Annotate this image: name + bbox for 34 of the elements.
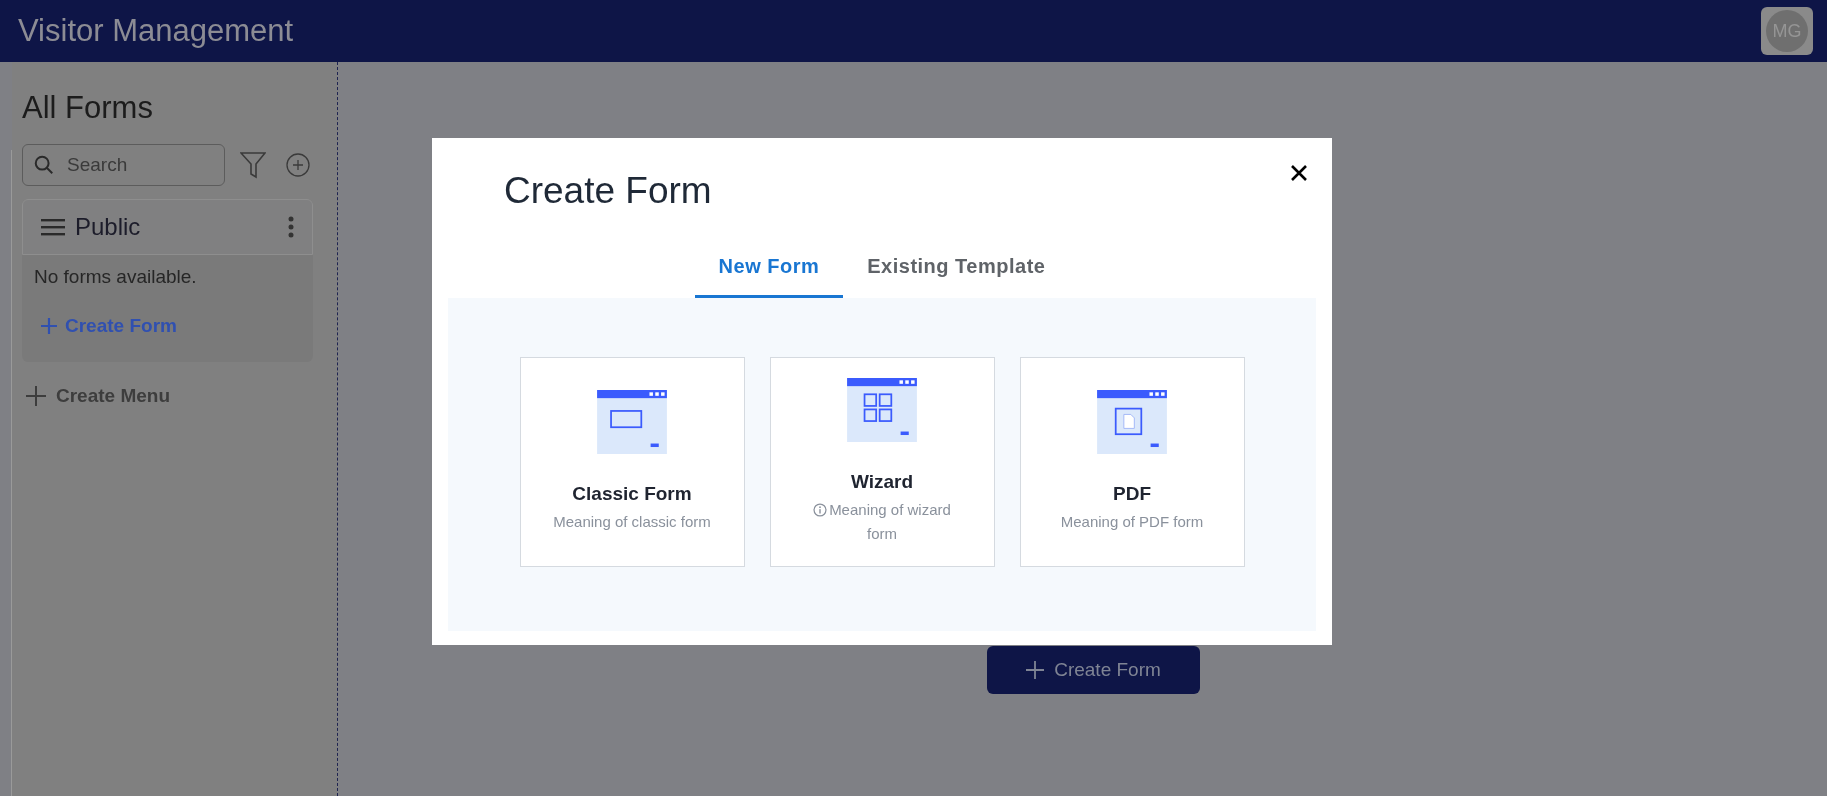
- create-form-button[interactable]: Create Form: [987, 646, 1200, 694]
- filter-icon: [240, 151, 266, 179]
- folder-name: Public: [75, 212, 142, 242]
- info-icon: [813, 503, 828, 518]
- more-icon: [288, 216, 294, 238]
- create-menu-button[interactable]: Create Menu: [26, 382, 171, 411]
- close-icon: [1290, 164, 1308, 182]
- plus-icon: [41, 317, 57, 334]
- form-type-card[interactable]: PDF Meaning of PDF form: [1019, 357, 1245, 567]
- form-type-card[interactable]: Wizard Meaning of wizard form: [769, 357, 995, 567]
- menu-icon: [41, 218, 65, 236]
- form-window-icon: [847, 377, 917, 442]
- card-title: Classic Form: [572, 481, 692, 506]
- form-type-card[interactable]: Classic Form Meaning of classic form: [519, 357, 745, 567]
- card-title: PDF: [1113, 481, 1151, 506]
- form-window-icon: [597, 389, 667, 454]
- card-description: Meaning of classic form: [553, 512, 711, 533]
- plus-icon: [26, 386, 46, 407]
- search-field[interactable]: Search: [22, 144, 225, 186]
- filter-button[interactable]: [239, 150, 267, 180]
- empty-message: No forms available.: [34, 265, 198, 289]
- plus-circle-icon: [286, 153, 310, 177]
- search-icon: [33, 154, 55, 176]
- card-title: Wizard: [850, 469, 914, 494]
- plus-icon: [1026, 661, 1045, 679]
- card-description: Meaning of PDF form: [1060, 512, 1204, 533]
- add-button[interactable]: [285, 152, 311, 178]
- app-title: Visitor Management: [18, 11, 294, 50]
- form-window-icon: [1097, 389, 1167, 454]
- dialog-title: Create Form: [504, 169, 712, 213]
- tab[interactable]: Existing Template: [843, 236, 1070, 298]
- sidebar-title: All Forms: [22, 89, 154, 127]
- folder-header[interactable]: Public: [22, 199, 313, 255]
- card-description: Meaning of wizard form: [798, 498, 966, 547]
